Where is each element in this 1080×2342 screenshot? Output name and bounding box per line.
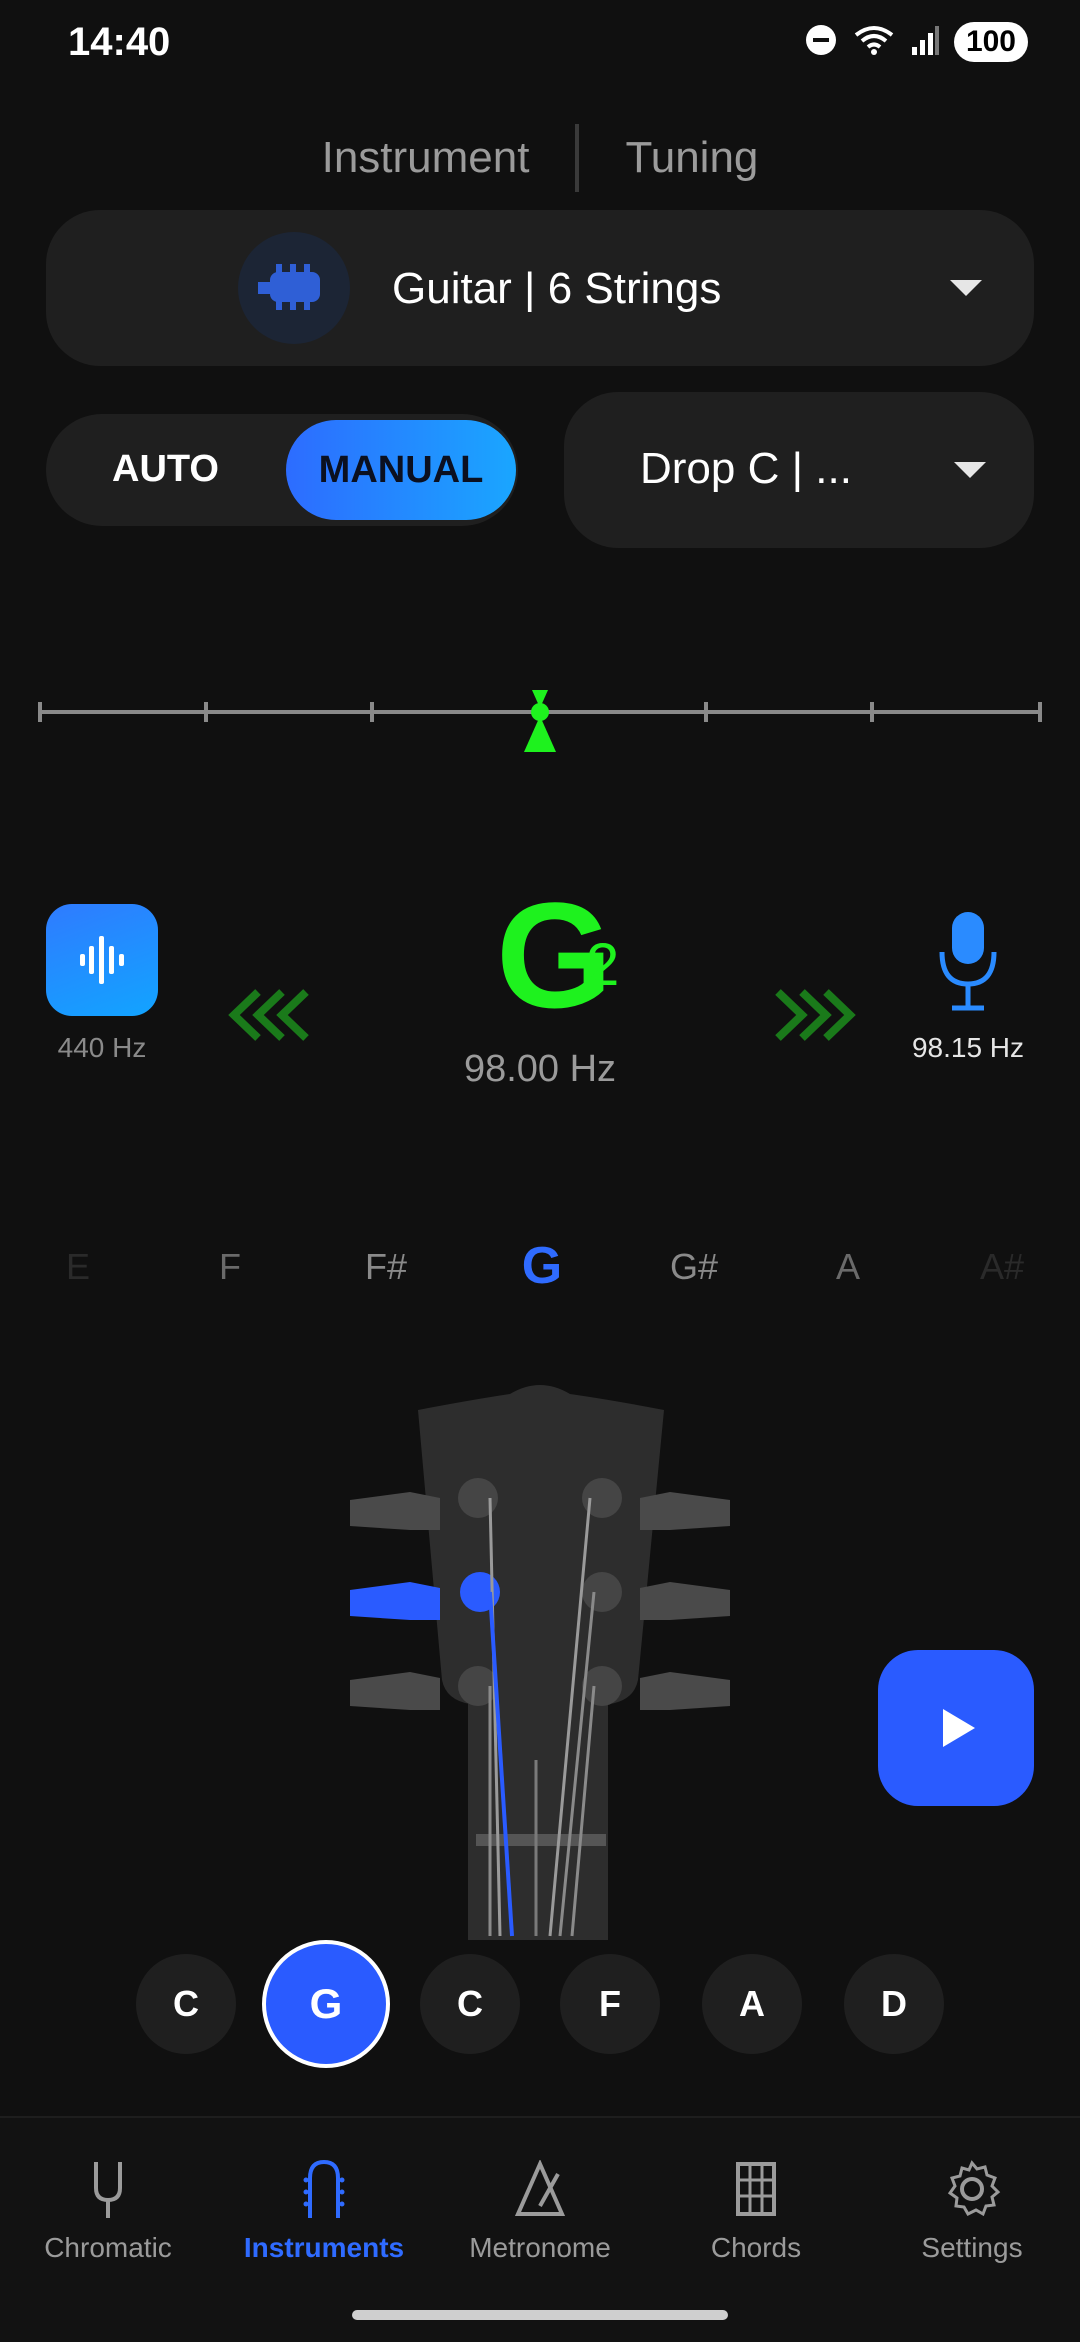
flat-arrows-icon	[228, 986, 318, 1057]
top-tabs: Instrument Tuning	[0, 124, 1080, 192]
string-button-4[interactable]: F	[560, 1954, 660, 2054]
do-not-disturb-icon	[804, 23, 838, 62]
home-indicator	[352, 2310, 728, 2320]
tuning-needle	[524, 690, 556, 752]
play-icon	[943, 1709, 975, 1747]
status-icons: 100	[804, 22, 1028, 62]
signal-icon	[910, 23, 940, 62]
nav-label: Settings	[921, 2232, 1023, 2263]
chevron-down-icon	[950, 280, 982, 296]
nav-settings[interactable]: Settings	[864, 2154, 1080, 2264]
battery-indicator: 100	[953, 22, 1028, 62]
note-strip-item: E	[65, 1246, 90, 1287]
reference-frequency: 440 Hz	[57, 1032, 147, 1063]
nav-label: Metronome	[469, 2232, 611, 2263]
note-strip-item: G#	[669, 1246, 719, 1287]
instrument-icon	[216, 2154, 432, 2224]
waveform-icon	[80, 936, 124, 984]
sharp-arrows-icon	[766, 986, 856, 1057]
tuning-fork-icon	[0, 2154, 216, 2224]
gear-icon	[864, 2154, 1080, 2224]
guitar-headstock	[350, 1385, 730, 1940]
string-button-1[interactable]: C	[136, 1954, 236, 2054]
chevron-down-icon	[954, 462, 986, 478]
detected-octave: 2	[586, 931, 620, 998]
string-button-2-selected[interactable]: G	[262, 1940, 390, 2068]
mode-toggle: AUTO MANUAL	[46, 414, 518, 526]
microphone-icon[interactable]	[936, 908, 1000, 1019]
instrument-label: Guitar | 6 Strings	[392, 264, 722, 313]
reference-tone-button[interactable]	[46, 904, 158, 1016]
string-button-3[interactable]: C	[420, 1954, 520, 2054]
nav-label: Instruments	[243, 2232, 405, 2263]
bottom-nav: Chromatic Instruments Metronome Chords S…	[0, 2116, 1080, 2342]
nav-instruments[interactable]: Instruments	[216, 2154, 432, 2264]
note-strip-item: F	[219, 1246, 241, 1287]
target-frequency: 98.00 Hz	[463, 1048, 617, 1090]
note-strip: E F F# G G# A A#	[0, 1237, 1080, 1306]
detected-frequency: 98.15 Hz	[911, 1032, 1025, 1063]
chords-icon	[648, 2154, 864, 2224]
nav-chords[interactable]: Chords	[648, 2154, 864, 2264]
note-strip-item: A#	[979, 1246, 1025, 1287]
note-strip-item: A	[835, 1246, 860, 1287]
metronome-icon	[432, 2154, 648, 2224]
tuning-selector[interactable]: Drop C | ...	[564, 392, 1034, 548]
active-tuning-peg	[350, 1582, 440, 1620]
tab-instrument[interactable]: Instrument	[276, 133, 576, 183]
guitar-headstock-icon	[238, 232, 350, 344]
instrument-selector[interactable]: Guitar | 6 Strings	[46, 210, 1034, 366]
nav-chromatic[interactable]: Chromatic	[0, 2154, 216, 2264]
play-button[interactable]	[878, 1650, 1034, 1806]
nav-metronome[interactable]: Metronome	[432, 2154, 648, 2264]
mode-manual-button[interactable]: MANUAL	[286, 420, 516, 520]
status-time: 14:40	[68, 20, 171, 64]
tab-tuning[interactable]: Tuning	[579, 133, 804, 183]
mode-auto-button[interactable]: AUTO	[112, 448, 219, 491]
note-strip-item: F#	[364, 1246, 407, 1287]
wifi-icon	[852, 23, 896, 62]
nav-label: Chromatic	[44, 2232, 172, 2263]
string-button-5[interactable]: A	[702, 1954, 802, 2054]
string-button-6[interactable]: D	[844, 1954, 944, 2054]
note-strip-item-selected: G	[521, 1237, 563, 1295]
tuning-label: Drop C | ...	[640, 444, 852, 493]
tuning-meter	[38, 690, 1042, 752]
nav-label: Chords	[710, 2232, 802, 2263]
